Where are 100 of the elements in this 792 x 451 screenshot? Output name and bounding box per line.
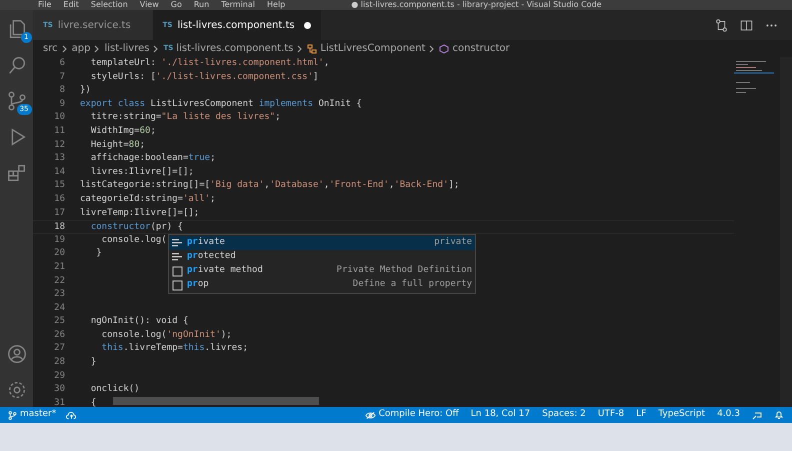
code-line: onclick() xyxy=(90,383,140,396)
line-number: 19 xyxy=(53,234,65,247)
code-line: ngOnInit(): void { xyxy=(90,315,188,328)
suggestion-label: prop xyxy=(187,278,209,292)
chevron-icon xyxy=(94,44,100,52)
keyword-icon xyxy=(172,252,183,262)
menu-item[interactable]: Help xyxy=(261,1,292,9)
line-number: 22 xyxy=(53,274,65,288)
menu-item[interactable]: View xyxy=(134,1,165,9)
suggestion-detail: Define a full property xyxy=(352,278,472,292)
status-item[interactable]: Ln 18, Col 17 xyxy=(470,408,530,422)
eye-off-icon xyxy=(364,410,376,420)
code-line: console.log( xyxy=(100,234,167,247)
class-icon xyxy=(307,44,318,54)
suggestion-item[interactable]: private method Private Method Definition xyxy=(169,264,475,278)
status-item[interactable]: UTF-8 xyxy=(598,408,624,422)
compare-changes-icon[interactable] xyxy=(715,18,728,32)
line-number: 31 xyxy=(53,396,65,410)
code-line: constructor(pr) { xyxy=(90,221,183,233)
status-item[interactable]: Compile Hero: Off xyxy=(378,408,459,422)
branch-icon xyxy=(8,410,17,420)
suggestion-detail: Private Method Definition xyxy=(336,264,472,278)
tab-label: list-livres.component.ts xyxy=(177,18,295,32)
code-line: export class ListLivresComponent implements OnInit { xyxy=(80,98,362,111)
breadcrumb-item[interactable]: list-livres xyxy=(104,41,150,56)
status-item[interactable]: Spaces: 2 xyxy=(542,408,586,422)
line-number: 24 xyxy=(53,302,65,315)
line-number: 15 xyxy=(53,179,65,192)
menu-item[interactable]: Terminal xyxy=(215,1,261,9)
breadcrumb-item[interactable]: list-livres.component.ts xyxy=(176,41,294,56)
menu-item[interactable]: Go xyxy=(164,1,188,9)
branch-icon[interactable] xyxy=(6,90,28,112)
menu-item[interactable]: Run xyxy=(188,1,216,9)
code-line: WidthImg=60; xyxy=(90,124,156,138)
line-number: 7 xyxy=(58,70,65,84)
branch-name[interactable]: master* xyxy=(20,408,56,422)
suggestion-detail: private xyxy=(434,236,472,250)
code-line: listCategorie:string[]=['Big data','Database','Front-End','Back-End']; xyxy=(80,179,460,192)
suggestion-item[interactable]: prop Define a full property xyxy=(169,278,475,292)
line-number: 28 xyxy=(53,356,65,370)
tab-label: livre.service.ts xyxy=(58,18,131,32)
bell-icon[interactable] xyxy=(774,410,784,420)
suggestion-label: private xyxy=(187,236,225,250)
line-number: 25 xyxy=(53,315,65,328)
line-number: 30 xyxy=(53,383,65,396)
line-number: 27 xyxy=(53,342,65,356)
suggestion-item[interactable]: private private xyxy=(169,236,475,250)
breadcrumb-item[interactable]: src xyxy=(43,41,58,56)
code-line: } xyxy=(95,247,102,260)
line-number: 16 xyxy=(53,192,65,206)
line-number: 10 xyxy=(53,111,65,124)
code-line: console.log('ngOnInit'); xyxy=(100,328,232,342)
method-icon xyxy=(439,44,450,54)
breadcrumb-item[interactable]: constructor xyxy=(452,41,510,56)
code-line: this.livreTemp=this.livres; xyxy=(100,342,248,356)
chevron-icon xyxy=(62,44,68,52)
code-line: titre:string="La liste des livres"; xyxy=(90,111,280,124)
extensions-icon[interactable] xyxy=(6,162,28,184)
chevron-icon xyxy=(153,44,160,52)
code-line: categorieId:string='all'; xyxy=(80,192,216,206)
suggestion-item[interactable]: protected xyxy=(169,250,475,264)
suggestion-label: protected xyxy=(187,250,236,264)
cloud-upload-icon[interactable] xyxy=(66,410,78,420)
breadcrumb-item[interactable]: ListLivresComponent xyxy=(320,41,426,56)
line-number: 17 xyxy=(53,206,65,220)
code-line: templateUrl: './list-livres.component.html', xyxy=(90,57,330,70)
menu-item[interactable]: Edit xyxy=(57,1,85,9)
line-number: 29 xyxy=(53,370,65,383)
line-number: 23 xyxy=(53,288,65,302)
status-item[interactable]: LF xyxy=(636,408,646,422)
vertical-scrollbar[interactable] xyxy=(780,57,792,407)
account-icon[interactable] xyxy=(6,343,28,365)
line-number: 6 xyxy=(58,57,65,70)
line-number: 8 xyxy=(58,84,65,98)
line-number: 12 xyxy=(53,138,65,152)
code-line: affichage:boolean=true; xyxy=(90,152,216,166)
line-number: 13 xyxy=(53,152,65,166)
line-number: 20 xyxy=(53,247,65,260)
keyword-icon xyxy=(172,238,183,248)
code-line: livres:Ilivre[]=[]; xyxy=(90,166,194,179)
code-line: Height=80; xyxy=(90,138,146,152)
line-number: 18 xyxy=(53,221,65,233)
code-line: } xyxy=(90,356,96,370)
chevron-icon xyxy=(297,44,304,52)
status-item[interactable]: 4.0.3 xyxy=(717,408,740,422)
window-title: ● list-livres.component.ts - library-project - Visual Studio Code xyxy=(351,1,602,9)
breadcrumb-item[interactable]: app xyxy=(72,41,90,56)
menu-item[interactable]: Selection xyxy=(84,1,134,9)
code-line: styleUrls: ['./list-livres.component.css'] xyxy=(90,70,318,84)
snippet-icon xyxy=(172,280,183,290)
line-number: 14 xyxy=(53,166,65,179)
line-number: 26 xyxy=(53,328,65,342)
menu-item[interactable]: File xyxy=(32,1,58,9)
code-line: { xyxy=(90,396,96,410)
code-line: }) xyxy=(80,84,91,98)
split-editor-icon[interactable] xyxy=(740,18,753,32)
line-number: 9 xyxy=(58,98,65,111)
line-number: 11 xyxy=(53,124,65,138)
status-item[interactable]: TypeScript xyxy=(658,408,706,422)
horizontal-scrollbar[interactable] xyxy=(113,397,319,405)
